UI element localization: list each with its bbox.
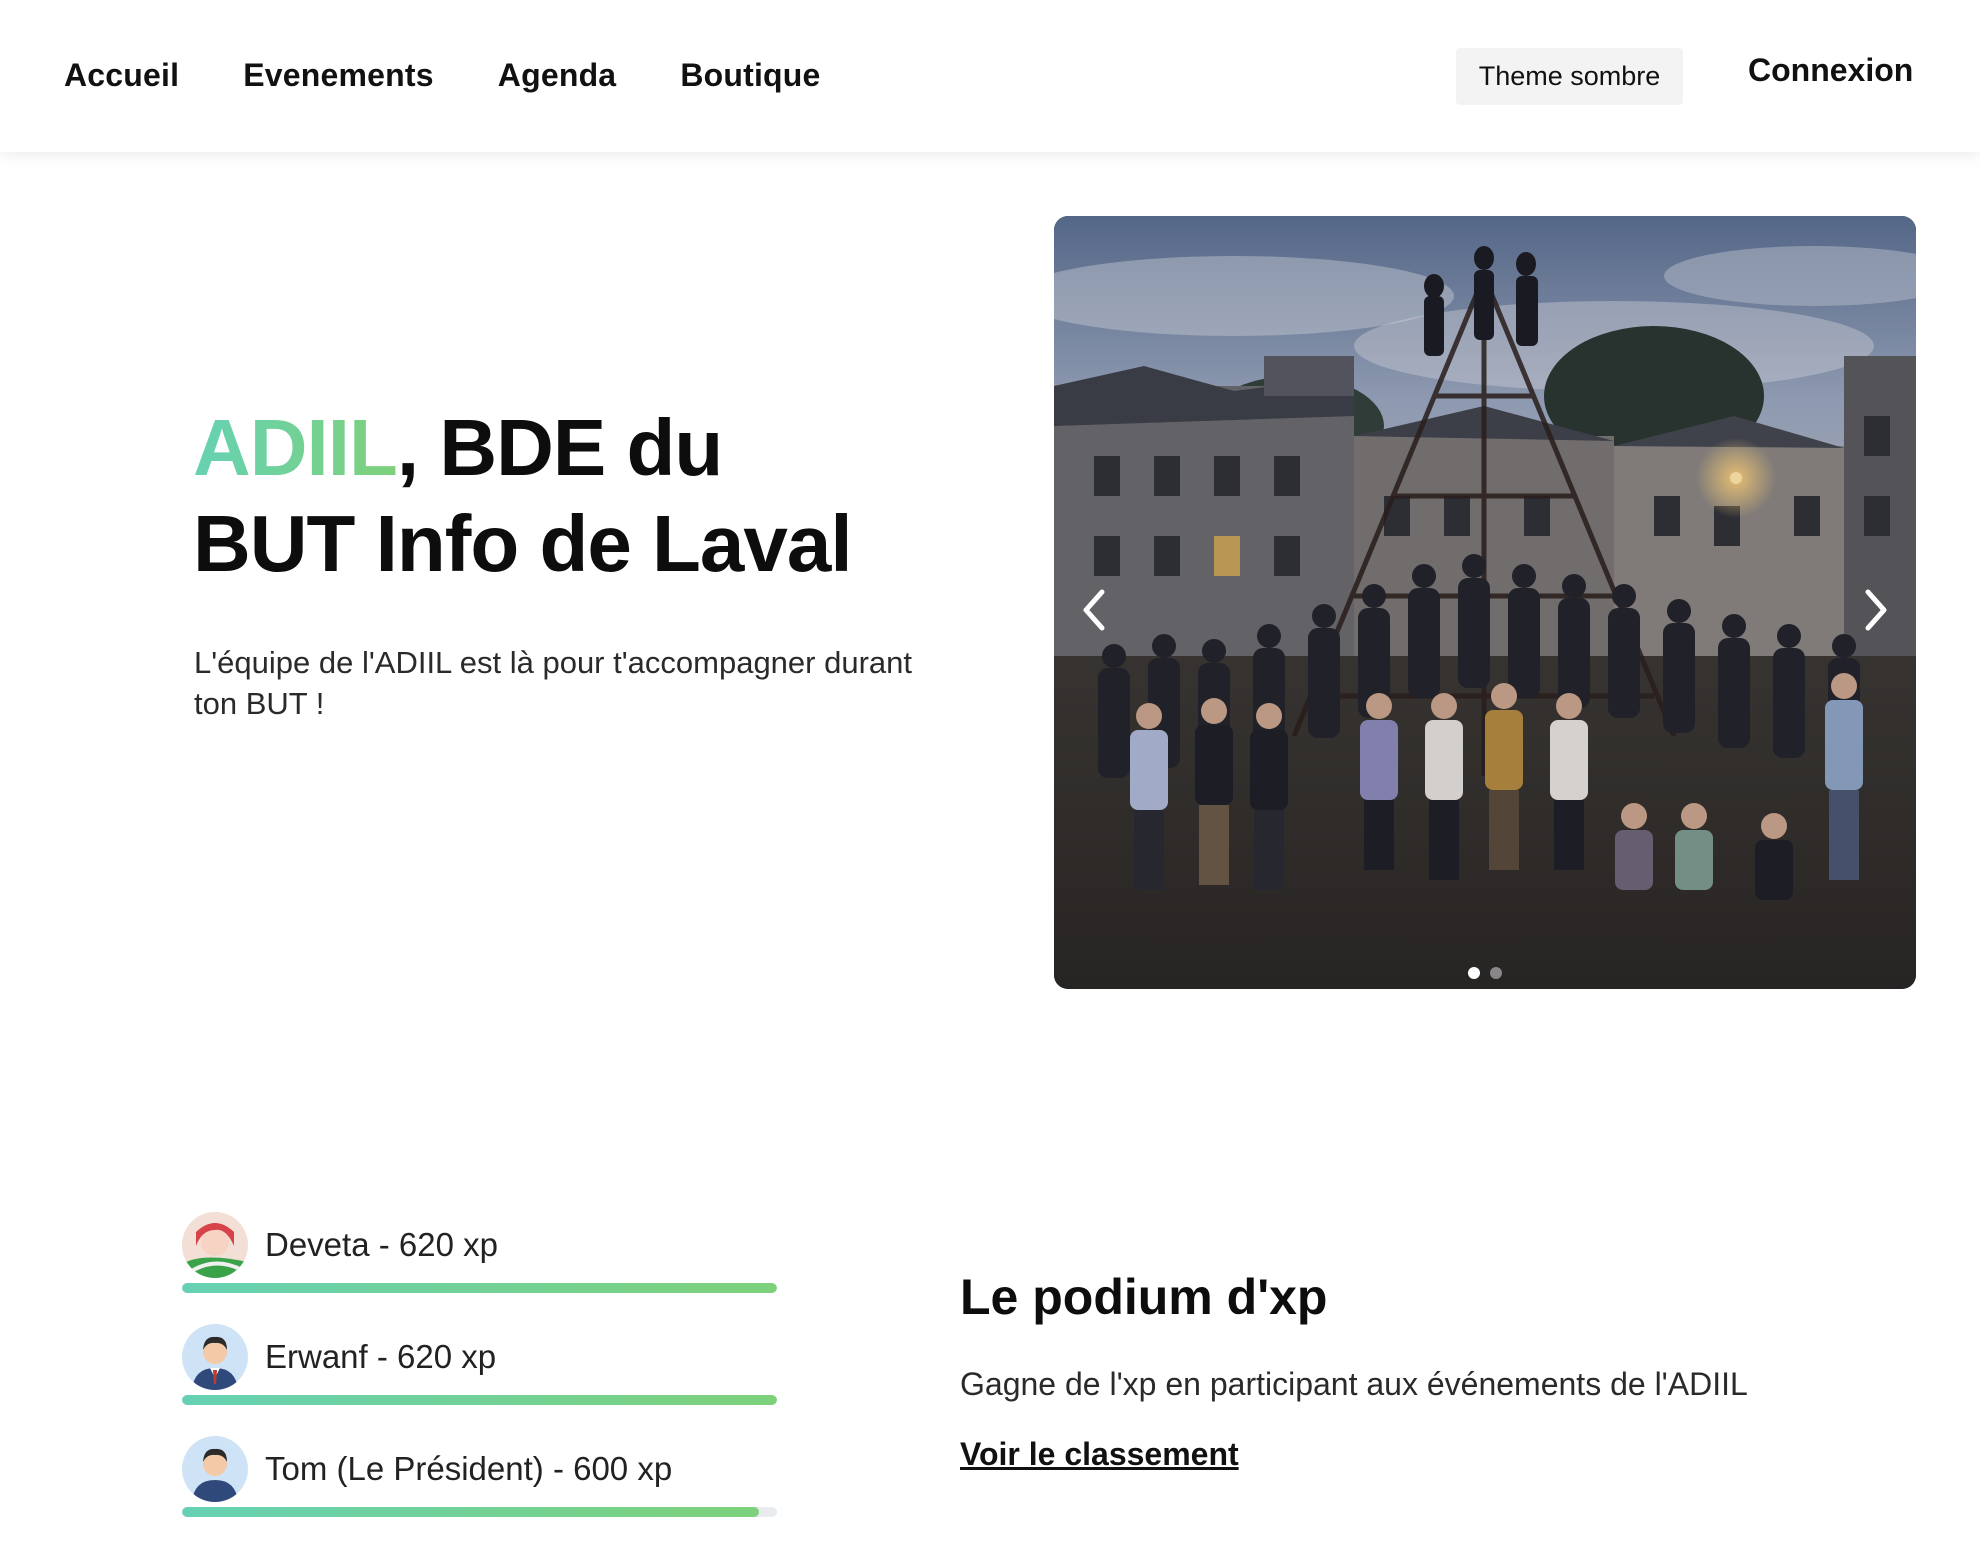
xp-progress-fill [182, 1283, 777, 1293]
avatar [182, 1436, 248, 1502]
hero-title-accent: ADIIL [193, 403, 398, 492]
nav-link-evenements[interactable]: Evenements [243, 57, 434, 94]
xp-progress-bar [182, 1395, 777, 1405]
carousel-indicators [1054, 967, 1916, 979]
anime-avatar-icon [182, 1212, 248, 1278]
hero-title: ADIIL, BDE du BUT Info de Laval [193, 400, 953, 592]
leaderboard-entry-text: Erwanf - 620 xp [265, 1338, 497, 1375]
carousel-next-button[interactable] [1846, 570, 1906, 650]
login-link[interactable]: Connexion [1748, 52, 1913, 89]
nav-link-agenda[interactable]: Agenda [498, 57, 617, 94]
theme-toggle-button[interactable]: Theme sombre [1456, 48, 1683, 105]
main-nav: Accueil Evenements Agenda Boutique [64, 0, 821, 150]
avatar [182, 1324, 248, 1390]
nav-link-boutique[interactable]: Boutique [680, 57, 820, 94]
businessman-avatar-icon [182, 1324, 248, 1390]
hero-title-rest: , BDE du [396, 403, 723, 492]
leaderboard-entry: Erwanf - 620 xp [182, 1324, 782, 1436]
avatar [182, 1212, 248, 1278]
nav-link-accueil[interactable]: Accueil [64, 57, 179, 94]
xp-progress-bar [182, 1283, 777, 1293]
leaderboard-entry-text: Deveta - 620 xp [265, 1226, 498, 1263]
xp-leaderboard: Deveta - 620 xp Erwanf - 620 xp Tom (Le … [182, 1212, 782, 1548]
xp-progress-fill [182, 1507, 760, 1517]
photo-carousel[interactable] [1054, 216, 1916, 989]
leaderboard-entry-text: Tom (Le Président) - 600 xp [265, 1450, 673, 1487]
carousel-dot-2[interactable] [1490, 967, 1502, 979]
xp-progress-bar [182, 1507, 777, 1517]
carousel-dot-1[interactable] [1468, 967, 1480, 979]
podium-title: Le podium d'xp [960, 1269, 1328, 1325]
carousel-prev-button[interactable] [1064, 570, 1124, 650]
xp-progress-fill [182, 1395, 777, 1405]
hero-subtitle: L'équipe de l'ADIIL est là pour t'accomp… [194, 645, 912, 721]
group-photo [1054, 216, 1916, 989]
navbar: Accueil Evenements Agenda Boutique Theme… [0, 0, 1980, 152]
hero-title-line2: BUT Info de Laval [193, 499, 853, 588]
podium-description: Gagne de l'xp en participant aux événeme… [960, 1366, 1748, 1402]
chevron-right-icon [1865, 589, 1887, 631]
leaderboard-entry: Tom (Le Président) - 600 xp [182, 1436, 782, 1548]
view-ranking-link[interactable]: Voir le classement [960, 1436, 1239, 1473]
leaderboard-entry: Deveta - 620 xp [182, 1212, 782, 1324]
chevron-left-icon [1083, 589, 1105, 631]
businessman-avatar-icon [182, 1436, 248, 1502]
